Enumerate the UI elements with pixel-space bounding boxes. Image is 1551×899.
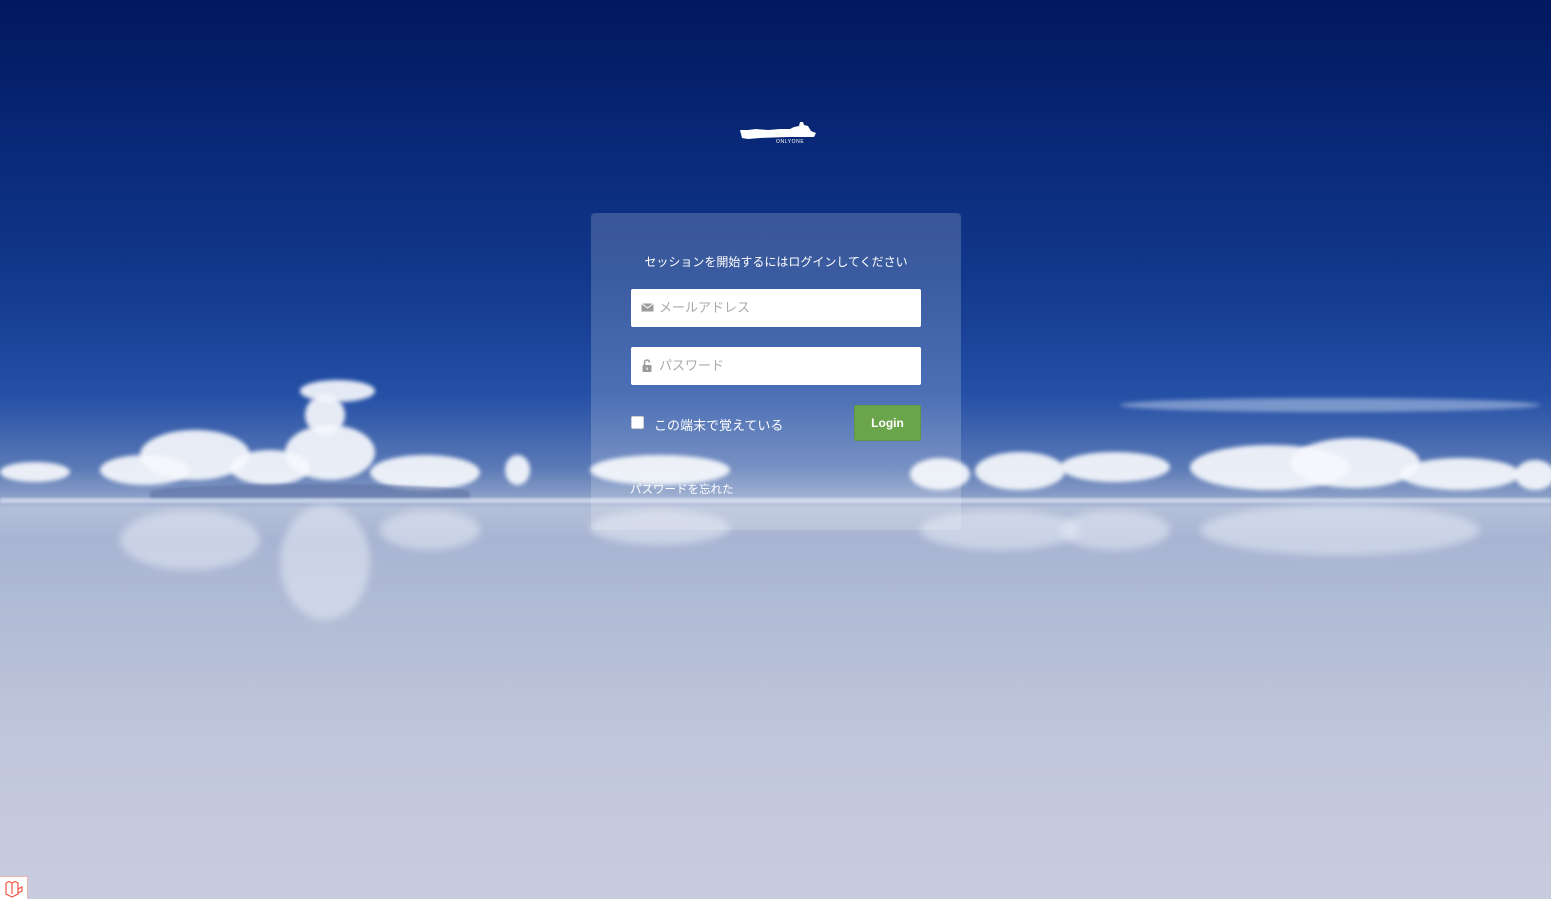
login-box: セッションを開始するにはログインしてください この端末で覚えている Login … — [591, 213, 961, 530]
unlock-icon — [642, 359, 652, 372]
login-box-message: セッションを開始するにはログインしてください — [644, 255, 908, 269]
email-input[interactable] — [659, 289, 915, 327]
login-button[interactable]: Login — [854, 405, 921, 441]
debugbar-toggle[interactable] — [0, 876, 28, 899]
remember-checkbox[interactable] — [631, 416, 644, 429]
email-field[interactable] — [631, 289, 921, 327]
password-field[interactable] — [631, 347, 921, 385]
password-input[interactable] — [659, 347, 915, 385]
logo-text: ONLYONE — [776, 139, 805, 145]
envelope-icon — [641, 303, 654, 312]
remember-label[interactable]: この端末で覚えている — [654, 415, 783, 434]
laravel-icon — [5, 880, 23, 898]
forgot-password-link[interactable]: パスワードを忘れた — [630, 481, 734, 497]
